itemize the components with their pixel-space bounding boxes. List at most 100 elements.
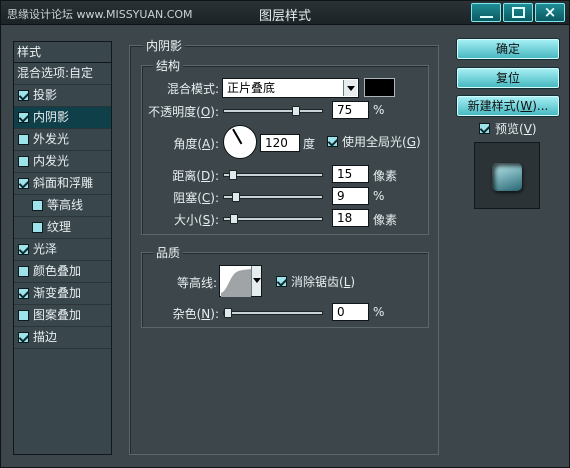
size-label: 大小(S): — [173, 213, 219, 227]
minimize-button[interactable] — [471, 3, 501, 22]
chevron-down-icon — [343, 80, 357, 96]
noise-slider-thumb[interactable] — [224, 308, 232, 318]
maximize-icon — [512, 7, 525, 18]
choke-slider[interactable] — [223, 192, 323, 202]
blend-mode-select[interactable]: 正片叠底 — [222, 78, 359, 98]
chevron-down-icon — [251, 266, 261, 296]
checkbox-icon[interactable] — [18, 112, 29, 123]
choke-slider-thumb[interactable] — [232, 192, 241, 202]
style-item[interactable]: 描边 — [14, 327, 111, 349]
close-icon: × — [543, 3, 557, 21]
blend-mode-label: 混合模式: — [166, 82, 219, 96]
contour-label: 等高线: — [176, 276, 217, 290]
style-item[interactable]: 投影 — [14, 85, 111, 107]
style-item[interactable]: 光泽 — [14, 239, 111, 261]
preview-label: 预览(V) — [495, 122, 537, 136]
style-item[interactable]: 纹理 — [14, 217, 111, 239]
style-item-label: 渐变叠加 — [33, 286, 82, 300]
checkbox-icon — [327, 136, 338, 147]
style-item-label: 斜面和浮雕 — [33, 176, 94, 190]
styles-list: 样式 混合选项:自定 投影内阴影外发光内发光斜面和浮雕等高线纹理光泽颜色叠加渐变… — [13, 41, 112, 455]
style-item[interactable]: 渐变叠加 — [14, 283, 111, 305]
checkbox-icon[interactable] — [18, 244, 29, 255]
checkbox-icon[interactable] — [32, 200, 43, 211]
checkbox-icon[interactable] — [32, 222, 43, 233]
style-item[interactable]: 斜面和浮雕 — [14, 173, 111, 195]
blend-options-item[interactable]: 混合选项:自定 — [14, 63, 111, 85]
choke-label: 阻塞(C): — [173, 191, 219, 205]
close-button[interactable]: × — [535, 3, 565, 22]
opacity-input[interactable]: 75 — [332, 101, 369, 119]
style-item-label: 颜色叠加 — [33, 264, 82, 278]
style-item-label: 等高线 — [47, 198, 84, 212]
opacity-slider[interactable] — [223, 106, 323, 116]
minimize-icon — [480, 16, 493, 18]
angle-label: 角度(A): — [173, 137, 219, 151]
style-item[interactable]: 内发光 — [14, 151, 111, 173]
style-item-label: 描边 — [33, 330, 58, 344]
structure-title: 结构 — [153, 57, 184, 74]
ok-button[interactable]: 确定 — [457, 39, 559, 59]
opacity-label: 不透明度(O): — [148, 105, 219, 119]
angle-dial[interactable] — [223, 125, 257, 159]
size-slider-thumb[interactable] — [230, 214, 239, 224]
angle-input[interactable]: 120 — [260, 134, 300, 152]
noise-unit: % — [373, 305, 385, 319]
size-input[interactable]: 18 — [332, 209, 369, 227]
checkbox-icon[interactable] — [18, 134, 29, 145]
styles-list-header[interactable]: 样式 — [14, 42, 111, 63]
reset-button[interactable]: 复位 — [457, 68, 559, 88]
angle-needle — [232, 128, 243, 145]
size-unit: 像素 — [373, 213, 398, 227]
checkbox-icon[interactable] — [18, 266, 29, 277]
noise-input[interactable]: 0 — [332, 303, 369, 321]
global-light-label: 使用全局光(G) — [342, 135, 421, 149]
preview-swatch — [492, 163, 522, 191]
contour-curve-icon — [221, 269, 251, 297]
checkbox-icon[interactable] — [18, 332, 29, 343]
distance-slider-thumb[interactable] — [229, 170, 238, 180]
style-item[interactable]: 外发光 — [14, 129, 111, 151]
checkbox-icon — [479, 123, 490, 134]
style-preview — [474, 142, 540, 209]
style-item-label: 图案叠加 — [33, 308, 82, 322]
new-style-button[interactable]: 新建样式(W)... — [457, 96, 559, 116]
maximize-button[interactable] — [503, 3, 533, 22]
checkbox-icon[interactable] — [18, 156, 29, 167]
style-item-label: 内阴影 — [33, 110, 70, 124]
distance-unit: 像素 — [373, 169, 398, 183]
angle-unit: 度 — [303, 137, 316, 151]
style-item[interactable]: 图案叠加 — [14, 305, 111, 327]
checkbox-icon — [276, 276, 287, 287]
checkbox-icon[interactable] — [18, 310, 29, 321]
noise-slider[interactable] — [223, 308, 323, 318]
layer-style-dialog: 思缘设计论坛 www.MISSYUAN.COM 图层样式 × 样式 混合选项:自… — [0, 0, 570, 468]
style-item-label: 纹理 — [47, 220, 72, 234]
quality-title: 品质 — [153, 244, 184, 261]
title-bar[interactable]: 思缘设计论坛 www.MISSYUAN.COM 图层样式 × — [1, 1, 569, 25]
contour-picker[interactable] — [219, 265, 262, 297]
style-item[interactable]: 颜色叠加 — [14, 261, 111, 283]
shadow-color-swatch[interactable] — [364, 78, 395, 97]
style-item[interactable]: 内阴影 — [14, 107, 111, 129]
style-item-label: 光泽 — [33, 242, 58, 256]
noise-label: 杂色(N): — [172, 307, 219, 321]
opacity-slider-thumb[interactable] — [291, 106, 300, 116]
style-item[interactable]: 等高线 — [14, 195, 111, 217]
style-item-label: 外发光 — [33, 132, 70, 146]
inner-shadow-title: 内阴影 — [143, 37, 186, 54]
checkbox-icon[interactable] — [18, 178, 29, 189]
checkbox-icon[interactable] — [18, 90, 29, 101]
distance-slider[interactable] — [223, 170, 323, 180]
choke-unit: % — [373, 189, 385, 203]
distance-label: 距离(D): — [172, 169, 219, 183]
checkbox-icon[interactable] — [18, 288, 29, 299]
style-item-label: 投影 — [33, 88, 58, 102]
style-item-label: 内发光 — [33, 154, 70, 168]
size-slider[interactable] — [223, 214, 323, 224]
opacity-unit: % — [373, 103, 385, 117]
antialias-label: 消除锯齿(L) — [291, 275, 356, 289]
blend-mode-value: 正片叠底 — [227, 81, 276, 95]
distance-input[interactable]: 15 — [332, 165, 369, 183]
choke-input[interactable]: 9 — [332, 187, 369, 205]
